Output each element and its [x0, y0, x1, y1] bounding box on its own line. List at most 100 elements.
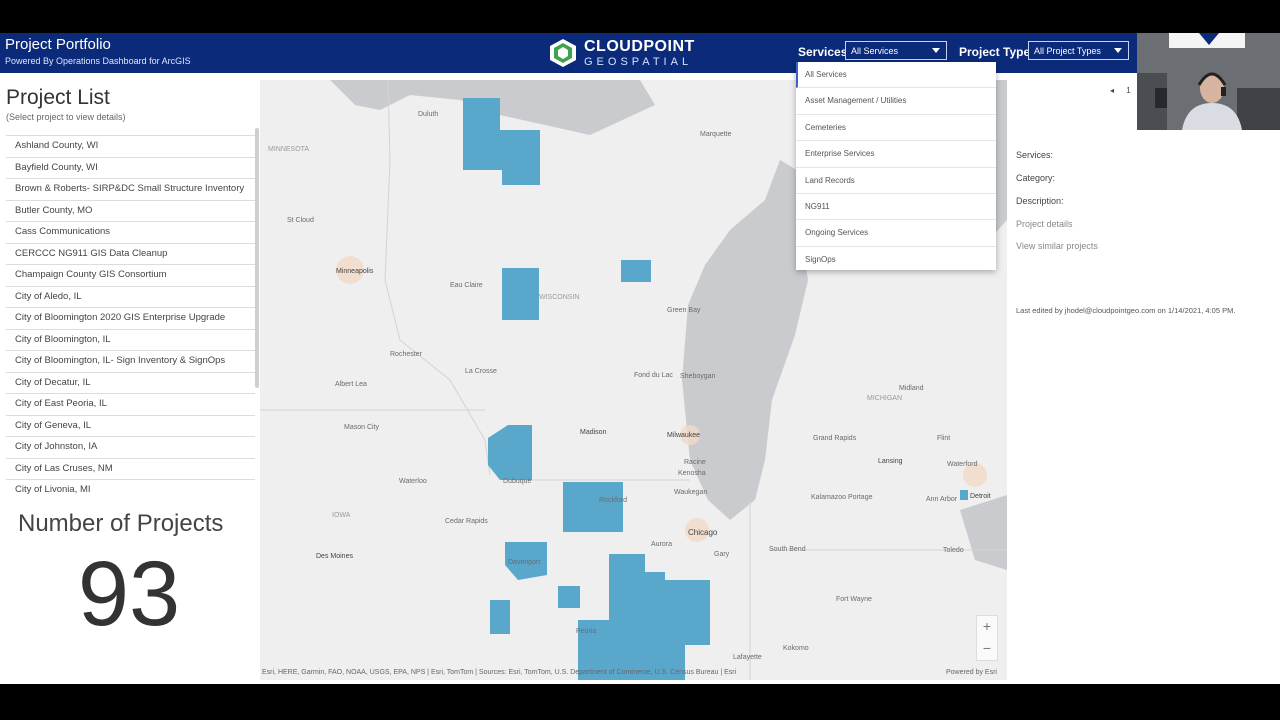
- chevron-left-icon[interactable]: ◂: [1110, 86, 1114, 95]
- list-item[interactable]: City of Decatur, IL: [6, 371, 255, 394]
- list-item[interactable]: Bayfield County, WI: [6, 156, 255, 179]
- map-label: Toledo: [943, 547, 964, 554]
- services-filter-label: Services: [798, 45, 848, 59]
- dropdown-option[interactable]: NG911: [796, 194, 996, 221]
- project-area[interactable]: [488, 425, 532, 480]
- powered-by-esri[interactable]: Powered by Esri: [946, 669, 997, 676]
- map-label: Peoria: [576, 628, 596, 635]
- map-label: Flint: [937, 435, 950, 442]
- project-list: Ashland County, WI Bayfield County, WI B…: [6, 135, 255, 497]
- map-label: Kenosha: [678, 470, 706, 477]
- dropdown-option[interactable]: Asset Management / Utilities: [796, 88, 996, 115]
- list-item[interactable]: Ashland County, WI: [6, 135, 255, 157]
- lake-superior: [260, 80, 655, 135]
- dropdown-option[interactable]: All Services: [796, 62, 996, 89]
- map-label: South Bend: [769, 546, 806, 553]
- list-item[interactable]: Champaign County GIS Consortium: [6, 264, 255, 286]
- logo-name: CLOUDPOINT: [584, 37, 695, 55]
- list-item[interactable]: City of East Peoria, IL: [6, 393, 255, 415]
- map-label: MICHIGAN: [867, 395, 902, 402]
- dropdown-option[interactable]: SignOps: [796, 247, 996, 272]
- dropdown-option[interactable]: Cemeteries: [796, 115, 996, 142]
- chevron-down-icon: [932, 48, 940, 53]
- map-label: Duluth: [418, 111, 438, 118]
- map-label: La Crosse: [465, 368, 497, 375]
- map-label: Chicago: [688, 528, 718, 537]
- list-item[interactable]: City of Geneva, IL: [6, 414, 255, 437]
- similar-projects-link[interactable]: View similar projects: [1016, 241, 1098, 251]
- map-label: Kalamazoo Portage: [811, 494, 873, 501]
- dropdown-option[interactable]: Land Records: [796, 168, 996, 194]
- map-label: Fond du Lac: [634, 372, 673, 379]
- map-label: Lafayette: [733, 654, 762, 661]
- detail-description-label: Description:: [1016, 196, 1064, 206]
- project-list-title: Project List: [6, 86, 110, 109]
- project-list-scrollbar[interactable]: [255, 128, 259, 388]
- map-label: MINNESOTA: [268, 146, 309, 153]
- map-label: Grand Rapids: [813, 435, 857, 442]
- project-list-panel: Project List (Select project to view det…: [0, 78, 259, 678]
- page-subtitle: Powered By Operations Dashboard for ArcG…: [5, 56, 191, 66]
- map-label: Madison: [580, 429, 607, 436]
- map-label: Ann Arbor: [926, 496, 958, 503]
- zoom-out-button[interactable]: −: [977, 638, 997, 660]
- project-area[interactable]: [960, 490, 968, 500]
- services-select-value: All Services: [851, 45, 899, 56]
- chevron-down-icon: [1114, 48, 1122, 53]
- list-item[interactable]: Brown & Roberts- SIRP&DC Small Structure…: [6, 178, 255, 200]
- list-item[interactable]: CERCCC NG911 GIS Data Cleanup: [6, 242, 255, 265]
- map-label: Des Moines: [316, 553, 353, 560]
- project-type-filter-label: Project Type: [959, 45, 1031, 59]
- webcam-overlay: [1137, 33, 1280, 130]
- map-label: Detroit: [970, 493, 991, 500]
- dropdown-option[interactable]: Ongoing Services: [796, 220, 996, 247]
- project-area[interactable]: [621, 260, 651, 282]
- details-pager: ◂ 1: [1110, 86, 1131, 95]
- presenter-video: [1137, 33, 1280, 130]
- detail-category-label: Category:: [1016, 173, 1056, 183]
- map-label: Midland: [899, 385, 924, 392]
- list-item[interactable]: City of Bloomington, IL- Sign Inventory …: [6, 350, 255, 372]
- zoom-in-button[interactable]: +: [977, 616, 997, 638]
- list-item[interactable]: City of Bloomington 2020 GIS Enterprise …: [6, 307, 255, 329]
- services-select[interactable]: All Services: [845, 41, 947, 60]
- map-label: Sheboygan: [680, 373, 716, 380]
- map-label: Rockford: [599, 497, 627, 504]
- lake-michigan: [682, 160, 810, 520]
- map-label: St Cloud: [287, 217, 314, 224]
- list-item[interactable]: Butler County, MO: [6, 199, 255, 222]
- map-label: Green Bay: [667, 307, 701, 314]
- detail-services-label: Services:: [1016, 150, 1054, 160]
- map-label: Albert Lea: [335, 381, 367, 388]
- dashboard-screen: Project Portfolio Powered By Operations …: [0, 33, 1280, 684]
- map-label: Aurora: [651, 541, 672, 548]
- project-area[interactable]: [558, 586, 580, 608]
- list-item[interactable]: City of Livonia, MI: [6, 479, 255, 497]
- project-area[interactable]: [490, 600, 510, 634]
- last-edited-text: Last edited by jhodel@cloudpointgeo.com …: [1016, 306, 1236, 315]
- lake-erie: [960, 495, 1007, 570]
- logo-subtitle: GEOSPATIAL: [584, 55, 693, 68]
- map-label: Marquette: [700, 131, 732, 138]
- list-item[interactable]: City of Las Cruses, NM: [6, 457, 255, 480]
- indicator-title: Number of Projects: [18, 510, 224, 537]
- map-label: Waukegan: [674, 489, 707, 496]
- details-panel: Services: Category: Description: Project…: [1008, 80, 1280, 680]
- map-label: Racine: [684, 459, 706, 466]
- project-area[interactable]: [578, 554, 710, 680]
- map-label: Eau Claire: [450, 282, 483, 289]
- map-label: Cedar Rapids: [445, 518, 488, 525]
- list-item[interactable]: City of Johnston, IA: [6, 436, 255, 458]
- project-type-select[interactable]: All Project Types: [1028, 41, 1129, 60]
- zoom-control: + −: [976, 615, 998, 661]
- list-item[interactable]: Cass Communications: [6, 221, 255, 243]
- map-label: Waterloo: [399, 478, 427, 485]
- project-area[interactable]: [502, 268, 539, 320]
- map-label: Dubuque: [503, 478, 532, 485]
- dropdown-option[interactable]: Enterprise Services: [796, 141, 996, 168]
- project-type-select-value: All Project Types: [1034, 45, 1101, 56]
- list-item[interactable]: City of Aledo, IL: [6, 285, 255, 308]
- project-details-link[interactable]: Project details: [1016, 219, 1073, 229]
- project-area[interactable]: [563, 482, 623, 532]
- list-item[interactable]: City of Bloomington, IL: [6, 328, 255, 351]
